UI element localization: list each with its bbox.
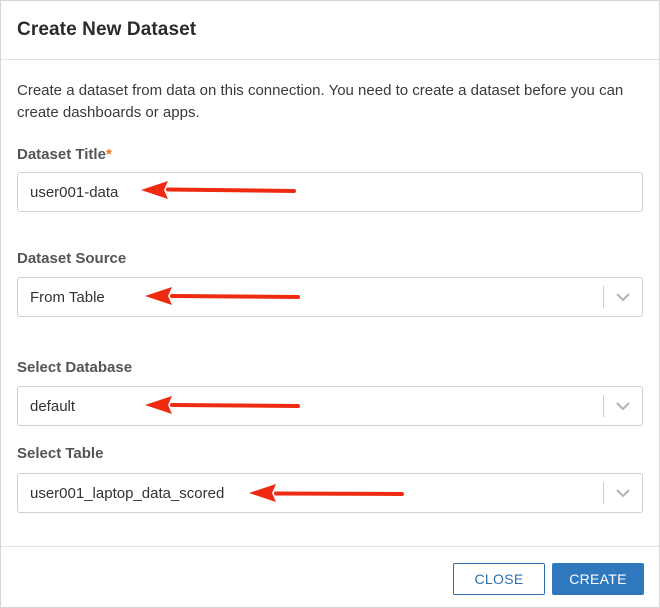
create-button[interactable]: CREATE	[552, 563, 644, 595]
chevron-down-icon[interactable]	[604, 387, 642, 425]
dialog-body: Create a dataset from data on this conne…	[1, 80, 659, 124]
dataset-title-field-box	[17, 172, 643, 212]
dataset-title-input[interactable]	[18, 172, 642, 212]
create-dataset-dialog: Create New Dataset Create a dataset from…	[0, 0, 660, 608]
red-arrow-icon	[249, 484, 404, 502]
select-database-value: default	[30, 397, 76, 415]
dataset-title-label-text: Dataset Title	[17, 146, 106, 163]
dataset-source-select[interactable]: From Table	[17, 277, 643, 317]
select-database-label: Select Database	[17, 359, 133, 376]
dataset-source-value: From Table	[30, 288, 105, 306]
chevron-down-icon[interactable]	[604, 474, 642, 512]
chevron-down-icon[interactable]	[604, 278, 642, 316]
red-arrow-icon	[145, 287, 300, 305]
dialog-title: Create New Dataset	[17, 19, 197, 40]
required-marker: *	[105, 146, 112, 163]
red-arrow-icon	[141, 181, 296, 199]
dialog-description: Create a dataset from data on this conne…	[17, 82, 624, 121]
dialog-footer: CLOSE CREATE	[1, 546, 659, 608]
dataset-title-label: Dataset Title*	[17, 146, 112, 163]
dialog-header: Create New Dataset	[1, 1, 659, 60]
select-database-select[interactable]: default	[17, 386, 643, 426]
red-arrow-icon	[145, 396, 300, 414]
close-button[interactable]: CLOSE	[453, 563, 545, 595]
select-table-label: Select Table	[17, 445, 104, 462]
dataset-source-label: Dataset Source	[17, 250, 127, 267]
